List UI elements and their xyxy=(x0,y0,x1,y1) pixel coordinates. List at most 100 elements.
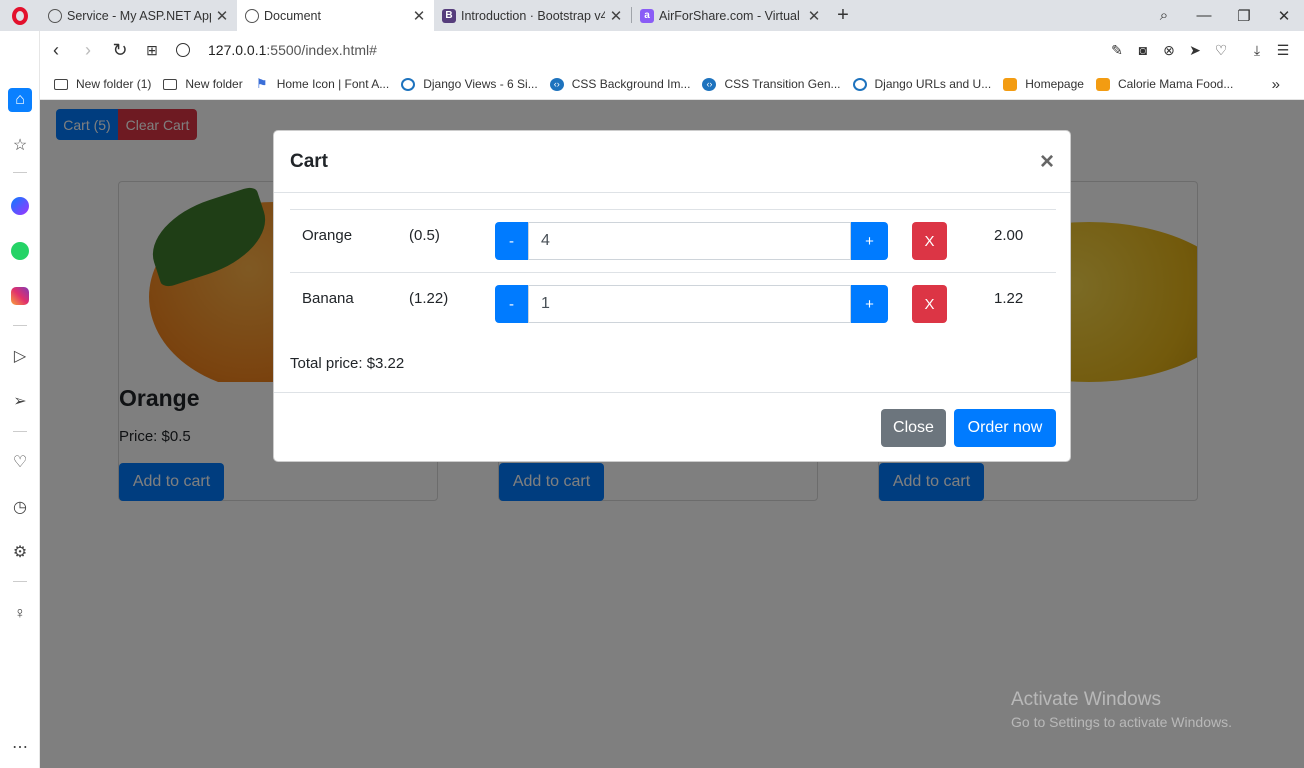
sidebar-divider xyxy=(13,431,27,432)
edit-icon[interactable]: ✎ xyxy=(1104,42,1130,59)
download-icon[interactable]: ⤓ xyxy=(1244,42,1270,59)
modal-title: Cart xyxy=(290,150,329,172)
close-icon[interactable]: × xyxy=(1040,148,1054,176)
item-name: Orange xyxy=(302,227,353,244)
quantity-input[interactable]: 1 xyxy=(528,285,851,323)
folder-icon xyxy=(54,78,68,90)
instagram-icon[interactable] xyxy=(8,284,32,308)
close-tab-icon[interactable]: ✕ xyxy=(807,7,821,25)
bookmark-label: New folder (1) xyxy=(76,77,152,91)
address-bar-actions: ✎ ◙ ⊗ ➤ ♡ ⤓ ☰ xyxy=(1104,42,1304,59)
bookmark-item[interactable]: Homepage xyxy=(1003,77,1084,91)
django-icon xyxy=(401,77,416,91)
forward-icon[interactable]: › xyxy=(72,40,104,61)
bookmarks-bar: New folder (1) New folder ⚑ Home Icon | F… xyxy=(40,69,1304,100)
remove-item-button[interactable]: X xyxy=(912,222,947,260)
heart-icon[interactable]: ♡ xyxy=(1208,42,1234,59)
more-bookmarks-icon[interactable]: » xyxy=(1272,76,1280,93)
item-unit-price: (1.22) xyxy=(409,290,449,307)
bookmark-item[interactable]: New folder (1) xyxy=(54,77,151,91)
bookmark-item[interactable]: Django URLs and U... xyxy=(852,77,992,91)
send-icon[interactable]: ➤ xyxy=(1182,42,1208,59)
homepage-icon xyxy=(1003,77,1018,91)
django-icon xyxy=(852,77,867,91)
tab-service[interactable]: Service - My ASP.NET Appli ✕ xyxy=(40,0,237,31)
tab-bar: Service - My ASP.NET Appli ✕ Document ✕ … xyxy=(0,0,1304,31)
bookmark-item[interactable]: New folder xyxy=(163,77,243,91)
star-icon[interactable]: ☆ xyxy=(8,133,32,157)
reload-icon[interactable]: ↻ xyxy=(104,40,136,61)
more-icon[interactable]: ⋯ xyxy=(8,735,32,759)
bootstrap-icon: B xyxy=(442,8,456,23)
window-controls: ⌕ — ❐ ✕ xyxy=(1144,0,1304,31)
bookmark-item[interactable]: ‹› CSS Background Im... xyxy=(549,77,691,91)
url-field[interactable]: 127.0.0.1:5500/index.html# xyxy=(176,42,377,58)
decrease-quantity-button[interactable]: - xyxy=(495,222,528,260)
minimize-icon[interactable]: — xyxy=(1184,7,1224,24)
bookmark-label: Homepage xyxy=(1025,77,1084,91)
remove-item-button[interactable]: X xyxy=(912,285,947,323)
close-tab-icon[interactable]: ✕ xyxy=(609,7,623,25)
opera-menu-icon[interactable] xyxy=(0,0,40,31)
bookmark-label: Django Views - 6 Si... xyxy=(423,77,538,91)
bookmark-item[interactable]: Calorie Mama Food... xyxy=(1095,77,1234,91)
bookmark-label: CSS Transition Gen... xyxy=(724,77,841,91)
lightbulb-icon[interactable]: ♀ xyxy=(8,602,32,626)
search-tabs-icon[interactable]: ⌕ xyxy=(1144,7,1184,24)
adblock-icon[interactable]: ⊗ xyxy=(1156,42,1182,59)
bookmark-item[interactable]: ⚑ Home Icon | Font A... xyxy=(255,76,390,91)
modal-body: Orange (0.5) - 4 + X 2.00 Banana (1.22) … xyxy=(274,193,1070,392)
bookmark-label: Home Icon | Font A... xyxy=(276,77,390,91)
sidebar-divider xyxy=(13,581,27,582)
bookmark-label: Django URLs and U... xyxy=(874,77,992,91)
camera-icon[interactable]: ◙ xyxy=(1130,42,1156,58)
page-content: Cart (5) Clear Cart Orange Price: $0.5 A… xyxy=(40,100,1304,768)
bookmark-label: New folder xyxy=(185,77,243,91)
flag-icon: ⚑ xyxy=(255,76,268,91)
bookmark-item[interactable]: ‹› CSS Transition Gen... xyxy=(702,77,841,91)
item-subtotal: 2.00 xyxy=(994,227,1024,244)
bookmark-item[interactable]: Django Views - 6 Si... xyxy=(401,77,538,91)
folder-icon xyxy=(163,78,178,90)
heart-icon[interactable]: ♡ xyxy=(8,450,32,474)
home-icon[interactable]: ⌂ xyxy=(8,88,32,112)
close-button[interactable]: Close xyxy=(881,409,946,447)
sidebar: ⌂ ☆ ▷ ➢ ♡ ◷ ⚙ ♀ ⋯ xyxy=(0,31,40,768)
tab-airforshare[interactable]: a AirForShare.com - Virtual D ✕ xyxy=(632,0,829,31)
cart-row: Orange (0.5) - 4 + X 2.00 xyxy=(290,209,1056,272)
player-icon[interactable]: ▷ xyxy=(8,344,32,368)
close-window-icon[interactable]: ✕ xyxy=(1264,7,1304,25)
increase-quantity-button[interactable]: + xyxy=(851,222,888,260)
restore-icon[interactable]: ❐ xyxy=(1224,7,1264,25)
new-tab-icon[interactable]: + xyxy=(829,0,857,31)
address-bar: ‹ › ↻ ⊞ 127.0.0.1:5500/index.html# ✎ ◙ ⊗… xyxy=(40,31,1304,69)
code-icon: ‹› xyxy=(702,77,717,91)
cart-modal: Cart × Orange (0.5) - 4 + X 2.00 Banana … xyxy=(273,130,1071,462)
settings-icon[interactable]: ⚙ xyxy=(8,540,32,564)
history-icon[interactable]: ◷ xyxy=(8,495,32,519)
tab-title: Introduction · Bootstrap v4. xyxy=(461,8,605,23)
watermark-subtitle: Go to Settings to activate Windows. xyxy=(1011,714,1232,730)
bookmark-label: Calorie Mama Food... xyxy=(1117,77,1234,91)
tabs-grid-icon[interactable]: ⊞ xyxy=(136,42,168,59)
tab-document[interactable]: Document ✕ xyxy=(237,0,434,31)
tab-title: AirForShare.com - Virtual D xyxy=(659,8,803,23)
increase-quantity-button[interactable]: + xyxy=(851,285,888,323)
bookmark-label: CSS Background Im... xyxy=(571,77,691,91)
whatsapp-icon[interactable] xyxy=(8,239,32,263)
easy-setup-icon[interactable]: ☰ xyxy=(1270,42,1296,59)
activate-windows-watermark: Activate Windows Go to Settings to activ… xyxy=(1011,689,1232,730)
tab-bootstrap[interactable]: B Introduction · Bootstrap v4. ✕ xyxy=(434,0,631,31)
close-tab-icon[interactable]: ✕ xyxy=(215,7,229,25)
site-info-icon[interactable] xyxy=(176,43,190,57)
decrease-quantity-button[interactable]: - xyxy=(495,285,528,323)
quantity-input[interactable]: 4 xyxy=(528,222,851,260)
send-icon[interactable]: ➢ xyxy=(8,389,32,413)
order-now-button[interactable]: Order now xyxy=(954,409,1056,447)
globe-icon xyxy=(48,8,62,23)
back-icon[interactable]: ‹ xyxy=(40,40,72,61)
messenger-icon[interactable] xyxy=(8,194,32,218)
item-name: Banana xyxy=(302,290,354,307)
close-tab-icon[interactable]: ✕ xyxy=(412,7,426,25)
modal-footer: Close Order now xyxy=(274,392,1070,462)
